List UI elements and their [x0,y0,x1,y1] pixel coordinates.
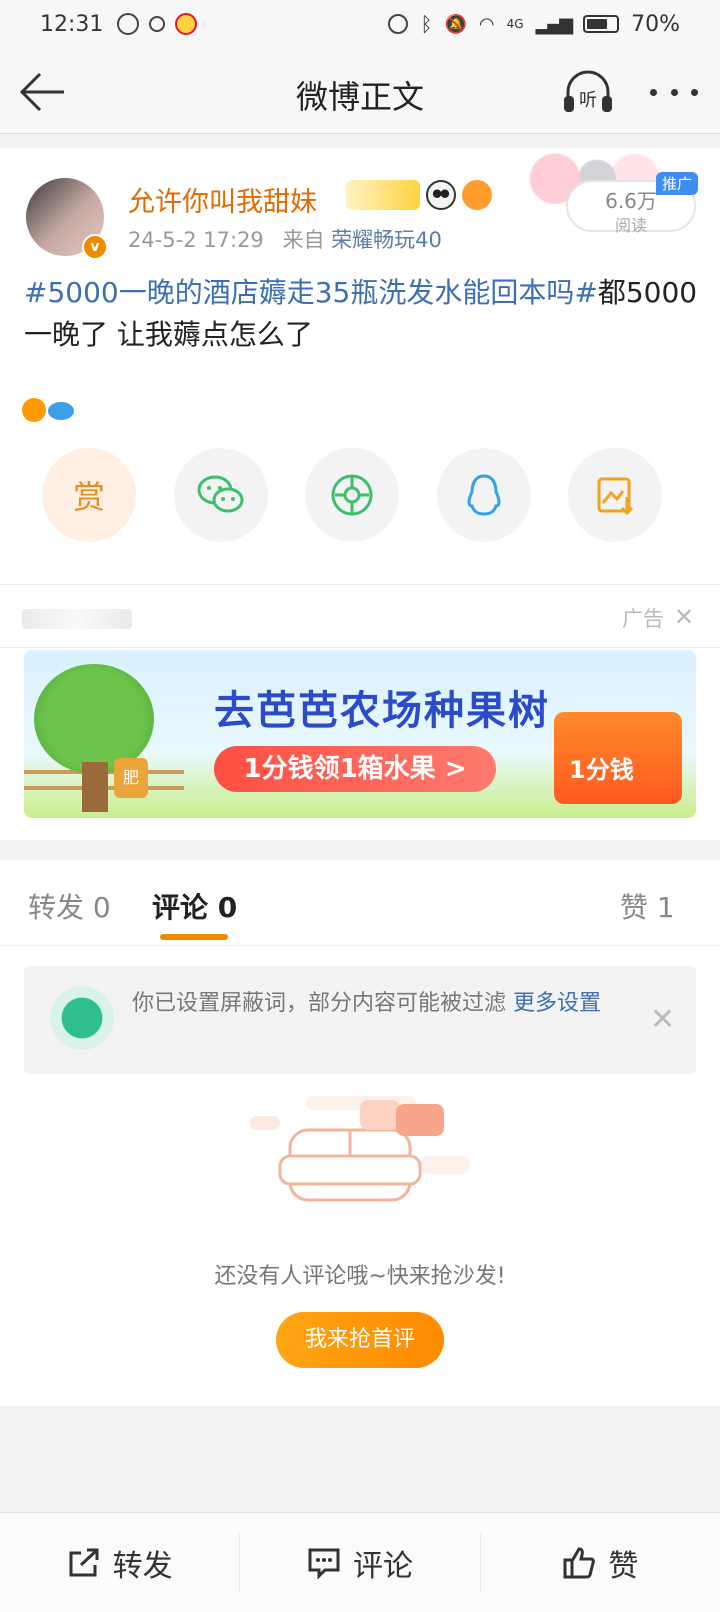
status-bar: 12:31 ᛒ 🔕 ◠ 4G ▂▄▆ 70% [0,0,720,48]
comment-icon [308,1548,340,1579]
filter-notice: 你已设置屏蔽词，部分内容可能被过滤 更多设置 ✕ [24,966,696,1074]
emoji-row [22,398,74,422]
fertilizer-bag-icon: 肥 [114,758,148,798]
back-button[interactable] [18,70,68,114]
first-comment-button[interactable]: 我来抢首评 [276,1312,444,1368]
member-level-badge-icon[interactable] [346,180,420,210]
post-text: #5000一晚的酒店薅走35瓶洗发水能回本吗#都5000一晚了 让我薅点怎么了 [24,272,704,356]
listen-label: 听 [579,90,597,111]
network-type: 4G [506,17,524,31]
like-button[interactable]: 赞 [479,1532,720,1593]
post-meta: 24-5-2 17:29 来自 荣耀畅玩40 [128,224,442,254]
nav-bar: 微博正文 听 [0,48,720,134]
headphones-icon: 听 [564,70,612,112]
app-notification-icon [117,13,140,35]
topic-link[interactable]: #5000一晚的酒店薅走35瓶洗发水能回本吗# [24,276,598,309]
fish-emoji-icon [48,402,74,420]
ad-source-blurred [22,609,132,629]
mute-icon: 🔕 [444,13,467,35]
battery-icon [583,15,620,33]
more-button[interactable] [650,80,698,104]
bottom-action-bar: 转发 评论 赞 [0,1512,720,1612]
wechat-icon [197,475,243,513]
filter-notice-text: 你已设置屏蔽词，部分内容可能被过滤 更多设置 [132,991,602,1016]
read-count-label: 阅读 [614,216,647,235]
ad-cta-button[interactable]: 1分钱领1箱水果 > [214,746,496,792]
active-tab-indicator [160,934,228,940]
more-dot-icon [691,88,698,96]
post-card: v 允许你叫我甜妹 24-5-2 17:29 来自 荣耀畅玩40 6.6万 阅读… [0,148,720,584]
verified-badge-icon: v [82,234,108,260]
orange-emoji-icon [22,398,46,422]
notice-close-icon[interactable]: ✕ [650,1002,675,1037]
listen-button[interactable]: 听 [562,68,614,116]
status-time: 12:31 [40,11,104,37]
ad-box-label: 1分钱 [569,756,634,784]
user-badges [346,180,492,210]
ad-header: 广告 ✕ [0,584,720,648]
reward-label: 赏 [72,478,105,516]
empty-sofa-illustration-icon [250,1096,470,1202]
ad-label: 广告 [622,607,664,631]
repost-icon [69,1548,99,1576]
fish-badge-icon[interactable] [462,180,492,210]
qq-icon [467,474,500,516]
tab-likes[interactable]: 赞 1 [620,886,675,926]
ad-banner[interactable]: 肥 去芭芭农场种果树 1分钱领1箱水果 > 1分钱 [24,650,696,818]
comments-section: 你已设置屏蔽词，部分内容可能被过滤 更多设置 ✕ 还没有人评论哦~快来抢沙发! … [0,946,720,1406]
share-row: 赏 [42,448,662,544]
app-notification-icon [149,16,166,32]
ad-close-icon[interactable]: ✕ [674,603,694,631]
more-dot-icon [650,88,657,96]
username[interactable]: 允许你叫我甜妹 [128,180,317,219]
interaction-tabs: 转发 0 评论 0 赞 1 [0,860,720,946]
wifi-icon: ◠ [478,13,495,35]
signal-icon: ▂▄▆ [535,13,574,35]
post-source[interactable]: 荣耀畅玩40 [331,228,442,252]
weibo-notification-icon [175,13,198,35]
source-prefix: 来自 [282,228,325,252]
comment-label: 评论 [352,1548,413,1584]
battery-percent: 70% [631,11,680,37]
avatar[interactable]: v [26,178,108,260]
promo-tag[interactable]: 推广 [656,172,699,195]
more-settings-link[interactable]: 更多设置 [513,991,601,1016]
ad-headline: 去芭芭农场种果树 [214,688,550,734]
share-qq-button[interactable] [436,448,531,542]
moments-icon [331,474,373,516]
tab-reposts[interactable]: 转发 0 [28,886,111,926]
reward-button[interactable]: 赏 [42,448,136,542]
panda-badge-icon[interactable] [426,180,456,210]
repost-label: 转发 [112,1548,173,1584]
thumbs-up-icon [563,1546,596,1578]
save-image-icon [597,477,634,516]
post-date: 24-5-2 17:29 [128,228,264,252]
share-moments-button[interactable] [305,448,399,542]
save-image-button[interactable] [568,448,662,542]
comment-button[interactable]: 评论 [239,1532,479,1593]
ad-container: 肥 去芭芭农场种果树 1分钱领1箱水果 > 1分钱 [0,648,720,840]
like-label: 赞 [608,1548,639,1584]
more-dot-icon [670,88,678,96]
empty-comments-text: 还没有人评论哦~快来抢沙发! [214,1264,506,1289]
bluetooth-icon: ᛒ [420,12,433,36]
back-arrow-icon [19,72,64,112]
repost-button[interactable]: 转发 [0,1533,239,1593]
tab-comments[interactable]: 评论 0 [152,886,237,926]
share-wechat-button[interactable] [173,448,268,542]
alarm-icon [388,14,409,34]
shield-icon [50,986,114,1050]
